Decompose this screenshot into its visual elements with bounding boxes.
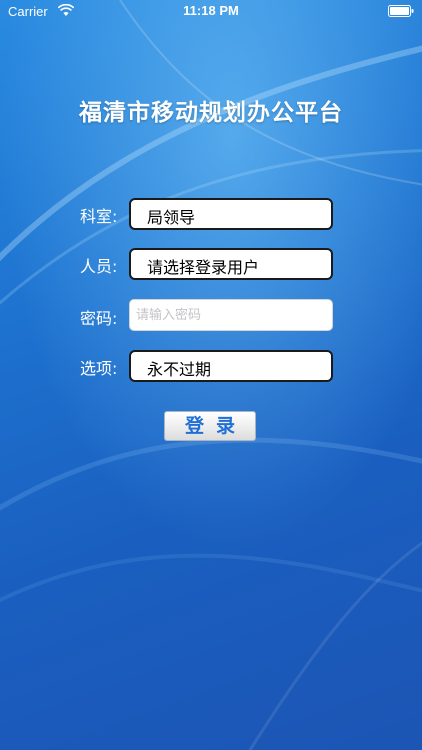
login-screen: Carrier 11:18 PM 福清市移动规划办公平台 科室: 局领导 人员:…	[0, 0, 422, 750]
login-button[interactable]: 登录	[164, 411, 256, 441]
person-label: 人员:	[80, 257, 118, 276]
department-value: 局领导	[147, 208, 196, 227]
person-row: 人员: 请选择登录用户	[0, 248, 422, 280]
password-row: 密码:	[0, 299, 422, 331]
status-bar: Carrier 11:18 PM	[0, 0, 422, 22]
person-select[interactable]: 请选择登录用户	[129, 248, 333, 280]
option-label: 选项:	[80, 359, 118, 378]
app-title: 福清市移动规划办公平台	[79, 100, 343, 126]
option-value: 永不过期	[147, 360, 212, 379]
department-label: 科室:	[80, 207, 118, 226]
password-input[interactable]	[136, 300, 326, 330]
option-row: 选项: 永不过期	[0, 350, 422, 382]
option-select[interactable]: 永不过期	[129, 350, 333, 382]
battery-icon	[388, 5, 414, 17]
status-time: 11:18 PM	[183, 3, 239, 18]
password-field-box	[129, 299, 333, 331]
department-row: 科室: 局领导	[0, 198, 422, 230]
person-value: 请选择登录用户	[147, 258, 260, 277]
department-select[interactable]: 局领导	[129, 198, 333, 230]
password-label: 密码:	[80, 309, 118, 328]
